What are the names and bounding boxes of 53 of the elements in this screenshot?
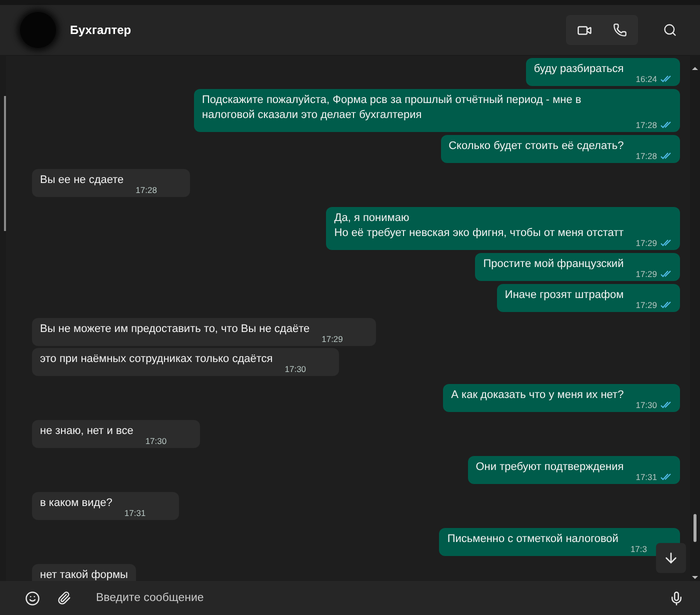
message-text: Вы ее не сдаете [40,173,124,188]
message-time: 17:30 [145,436,167,446]
message-time: 17:29 [322,334,343,344]
message-time: 17:28 [136,185,157,195]
message-time: 17:30 [284,364,306,374]
phone-icon [613,23,627,37]
incoming-message[interactable]: не знаю, нет и все 17:30 [32,420,200,448]
scrollbar-thumb[interactable] [4,96,6,231]
incoming-message[interactable]: нет такой формы [32,564,136,581]
outgoing-message[interactable]: Сколько будет стоить её сделать? 17:28 [440,135,680,163]
incoming-message[interactable]: это при наёмных сотрудниках только сдаётся 17:30 [32,348,340,376]
outgoing-message[interactable]: Они требуют подтверждения 17:31 [468,456,680,484]
paperclip-icon [57,591,71,605]
message-time: 16:24 [636,74,657,84]
message-time: 17:3 [630,544,647,554]
outgoing-message[interactable]: Простите мой французский 17:29 [475,253,680,281]
message-time: 17:29 [636,269,657,279]
message-time: 17:29 [636,300,657,310]
smiley-icon [24,590,40,606]
message-text: Письменно с отметкой налоговой [447,532,618,547]
incoming-message[interactable]: в каком виде? 17:31 [32,492,179,520]
message-text: А как доказать что у меня их нет? [451,388,624,403]
message-text: Простите мой французский [483,257,624,272]
message-text: Сколько будет стоить её сделать? [448,139,624,154]
message-time: 17:29 [636,238,657,248]
message-text: Вы не можете им предоставить то, что Вы не сдаёте [40,322,310,337]
message-text: буду разбираться [534,62,624,77]
message-time: 17:31 [636,472,657,482]
message-time: 17:28 [636,151,657,161]
message-time: 17:28 [636,120,657,130]
message-text: нет такой формы [40,568,128,581]
message-text: Подскажите пожалуйста, Форма рсв за прошлый отчётный период - мне в налоговой сказали это делает бухгалтерия [202,93,582,123]
outgoing-message[interactable]: А как доказать что у меня их нет? 17:30 [443,384,680,412]
message-text: Да, я понимаю Но её требует невская эко фигня, чтобы от меня отстатт [334,211,624,241]
microphone-icon [668,590,684,606]
outgoing-message[interactable]: Да, я понимаю Но её требует невская эко фигня, чтобы от меня отстатт 17:29 [326,207,680,250]
message-time: 17:30 [636,400,657,410]
message-text: в каком виде? [40,496,112,511]
message-text: не знаю, нет и все [40,424,134,439]
message-text: это при наёмных сотрудниках только сдаётся [40,352,273,367]
search-icon [663,23,677,37]
message-time: 17:31 [124,508,146,518]
incoming-message[interactable]: Вы ее не сдаете 17:28 [32,169,190,197]
outgoing-message[interactable]: Подскажите пожалуйста, Форма рсв за прошлый отчётный период - мне в налоговой сказали это делает бухгалтерия 17:28 [194,89,680,132]
message-text: Они требуют подтверждения [476,460,624,475]
incoming-message[interactable]: Вы не можете им предоставить то, что Вы не сдаёте 17:29 [32,318,376,346]
contact-name: Бухгалтер [70,23,132,37]
arrow-down-icon [663,550,679,566]
outgoing-message[interactable]: Письменно с отметкой налоговой 17:3 [439,528,680,556]
outgoing-message[interactable]: Иначе грозят штрафом 17:29 [496,284,680,312]
outgoing-message[interactable]: буду разбираться 16:24 [526,58,680,86]
message-text: Иначе грозят штрафом [504,288,624,303]
scroll-down-button[interactable] [656,543,686,573]
